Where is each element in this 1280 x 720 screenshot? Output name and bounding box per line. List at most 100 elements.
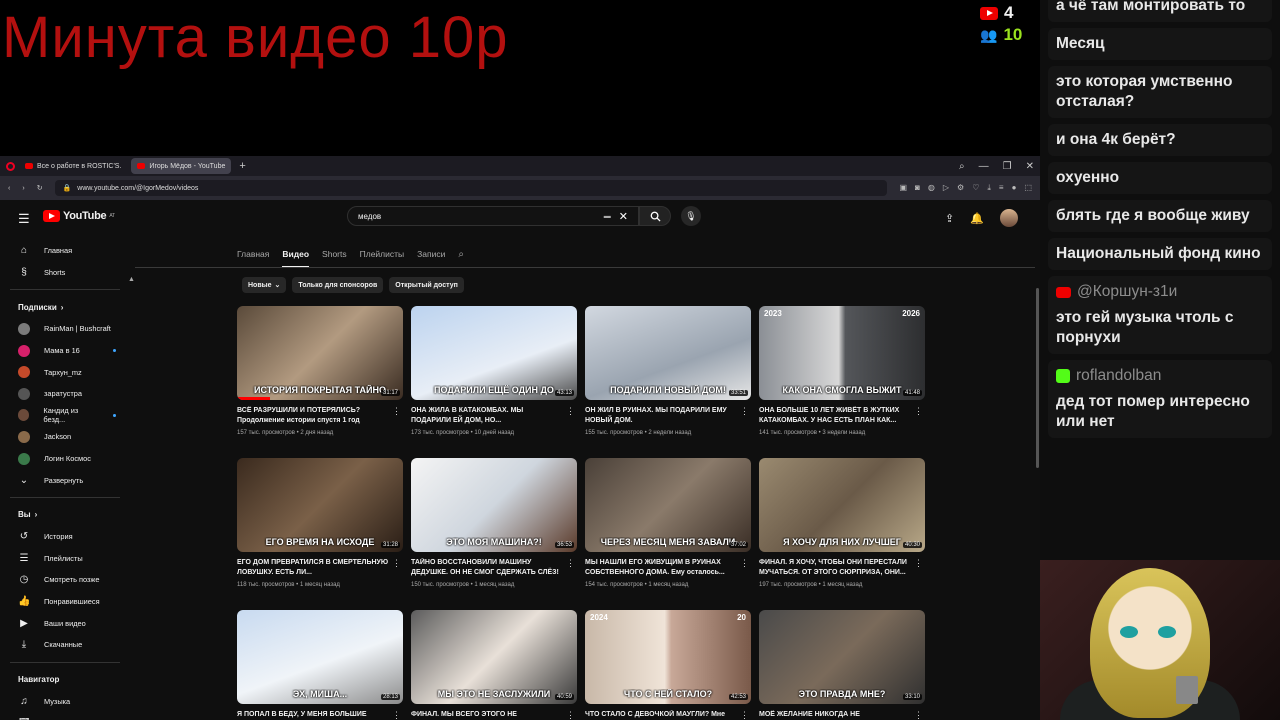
page-scrollbar[interactable] xyxy=(1036,288,1039,468)
video-thumbnail[interactable]: МЫ ЭТО НЕ ЗАСЛУЖИЛИ 40:59 xyxy=(411,610,577,704)
sidebar-item[interactable]: RainMan | Bushcraft xyxy=(0,318,130,340)
sidebar-item[interactable]: ⌂ Главная xyxy=(0,240,130,262)
video-thumbnail[interactable]: ЭТО ПРАВДА МНЕ? 33:10 xyxy=(759,610,925,704)
video-card[interactable]: МЫ ЭТО НЕ ЗАСЛУЖИЛИ 40:59 ФИНАЛ. МЫ ВСЕГО … xyxy=(411,610,577,720)
sidebar-item[interactable]: Jackson xyxy=(0,426,130,448)
more-options-icon[interactable]: ⋮ xyxy=(914,710,923,720)
video-card[interactable]: ЭТО МОЯ МАШИНА?! 36:53 ТАЙНО ВОССТАНОВИЛИ … xyxy=(411,458,577,602)
video-title[interactable]: ТАЙНО ВОССТАНОВИЛИ МАШИНУ ДЕДУШКЕ. ОН НЕ… xyxy=(411,558,563,578)
sidebar-item[interactable]: Логин Космос xyxy=(0,448,130,470)
video-thumbnail[interactable]: ИСТОРИЯ ПОКРЫТАЯ ТАЙНО 31:17 xyxy=(237,306,403,400)
more-options-icon[interactable]: ⋮ xyxy=(566,710,575,720)
reload-icon[interactable]: ↻ xyxy=(37,184,43,192)
address-bar[interactable]: 🔒 www.youtube.com/@IgorMedov/videos xyxy=(54,180,888,196)
sidebar-scroll-up-icon[interactable]: ▲ xyxy=(128,276,135,283)
close-window-button[interactable]: ✕ xyxy=(1026,161,1034,172)
tab-1[interactable]: Видео xyxy=(282,249,310,267)
tab-4[interactable]: Записи xyxy=(417,249,445,267)
video-card[interactable]: ЭТО ПРАВДА МНЕ? 33:10 МОЁ ЖЕЛАНИЕ НИКОГДА … xyxy=(759,610,925,720)
video-thumbnail[interactable]: 2023 2026 КАК ОНА СМОГЛА ВЫЖИТ 41:48 xyxy=(759,306,925,400)
video-card[interactable]: Я ХОЧУ ДЛЯ НИХ ЛУЧШЕГ 40:30 ФИНАЛ. Я ХОЧУ,… xyxy=(759,458,925,602)
more-options-icon[interactable]: ⋮ xyxy=(914,406,923,417)
more-options-icon[interactable]: ⋮ xyxy=(740,710,749,720)
menu-icon[interactable]: ≡ xyxy=(999,183,1004,193)
heart-icon[interactable]: ♡ xyxy=(972,183,979,193)
video-title[interactable]: Я ПОПАЛ В БЕДУ, У МЕНЯ БОЛЬШИЕ xyxy=(237,710,389,720)
sidebar-item[interactable]: ☰ Плейлисты xyxy=(0,548,130,570)
sidebar-item[interactable]: Тархун_mz xyxy=(0,361,130,383)
menu-hamburger-icon[interactable]: ☰ xyxy=(18,211,30,227)
video-title[interactable]: ФИНАЛ. Я ХОЧУ, ЧТОБЫ ОНИ ПЕРЕСТАЛИ МУЧАТ… xyxy=(759,558,911,578)
video-card[interactable]: 2023 2026 КАК ОНА СМОГЛА ВЫЖИТ 41:48 ОНА БОЛ… xyxy=(759,306,925,450)
sidebar-item[interactable]: Кандид из безд... xyxy=(0,405,130,427)
sidebar-item[interactable]: Мама в 16 xyxy=(0,340,130,362)
video-card[interactable]: ПОДАРИЛИ ЕЩЁ ОДИН ДО 43:13 ОНА ЖИЛА В КАТА… xyxy=(411,306,577,450)
subscriptions-header[interactable]: Подписки › xyxy=(0,296,130,318)
video-title[interactable]: ОНА ЖИЛА В КАТАКОМБАХ. МЫ ПОДАРИЛИ ЕЙ ДО… xyxy=(411,406,563,426)
video-thumbnail[interactable]: ЭХ, МИША... 28:13 xyxy=(237,610,403,704)
shield-icon[interactable]: ◍ xyxy=(928,183,935,193)
sidebar-expand[interactable]: ⌄ Развернуть xyxy=(0,469,130,491)
more-options-icon[interactable]: ⋮ xyxy=(914,558,923,569)
minimize-button[interactable]: — xyxy=(979,161,989,172)
filter-chip[interactable]: Открытый доступ xyxy=(389,277,464,293)
back-icon[interactable]: ‹ xyxy=(8,185,10,192)
video-card[interactable]: 2024 20 ЧТО С НЕЙ СТАЛО? 42:53 ЧТО СТАЛО С Д… xyxy=(585,610,751,720)
more-options-icon[interactable]: ⋮ xyxy=(740,406,749,417)
keyboard-icon[interactable]: ▬ xyxy=(604,213,611,220)
video-thumbnail[interactable]: ЕГО ВРЕМЯ НА ИСХОДЕ 31:28 xyxy=(237,458,403,552)
video-title[interactable]: ОНА БОЛЬШЕ 10 ЛЕТ ЖИВЁТ В ЖУТКИХ КАТАКОМ… xyxy=(759,406,911,426)
video-thumbnail[interactable]: ПОДАРИЛИ ЕЩЁ ОДИН ДО 43:13 xyxy=(411,306,577,400)
maximize-button[interactable]: ❐ xyxy=(1003,161,1012,172)
video-thumbnail[interactable]: 2024 20 ЧТО С НЕЙ СТАЛО? 42:53 xyxy=(585,610,751,704)
filter-chip[interactable]: Только для спонсоров xyxy=(292,277,384,293)
sidebar-item[interactable]: ◷ Смотреть позже xyxy=(0,569,130,591)
tab-2[interactable]: Shorts xyxy=(322,249,347,267)
sidebar-item[interactable]: ↺ История xyxy=(0,526,130,548)
more-options-icon[interactable]: ⋮ xyxy=(740,558,749,569)
search-input[interactable]: медов ▬ ✕ xyxy=(347,206,639,226)
video-card[interactable]: ИСТОРИЯ ПОКРЫТАЯ ТАЙНО 31:17 ВСЁ РАЗРУШИЛИ… xyxy=(237,306,403,450)
more-options-icon[interactable]: ⋮ xyxy=(566,558,575,569)
notifications-icon[interactable]: 🔔 xyxy=(970,212,984,225)
more-options-icon[interactable]: ⋮ xyxy=(392,558,401,569)
more-options-icon[interactable]: ⋮ xyxy=(392,406,401,417)
more-options-icon[interactable]: ⋮ xyxy=(392,710,401,720)
tab-youtube[interactable]: Игорь Мёдов - YouTube xyxy=(131,158,232,174)
tab-search-icon[interactable]: ⌕ xyxy=(959,161,965,172)
sidebar-item[interactable]: 👍 Понравившиеся xyxy=(0,591,130,613)
download-toolbar-icon[interactable]: ⤓ xyxy=(987,183,991,193)
tab-0[interactable]: Главная xyxy=(237,249,269,267)
video-thumbnail[interactable]: ПОДАРИЛИ НОВЫЙ ДОМ! 33:51 xyxy=(585,306,751,400)
avatar[interactable] xyxy=(999,209,1018,227)
sidebar-item[interactable]: ▶ Ваши видео xyxy=(0,612,130,634)
voice-search-button[interactable]: 🎙 xyxy=(681,206,701,226)
video-title[interactable]: ВСЁ РАЗРУШИЛИ И ПОТЕРЯЛИСЬ? Продолжение … xyxy=(237,406,389,426)
video-title[interactable]: ЕГО ДОМ ПРЕВРАТИЛСЯ В СМЕРТЕЛЬНУЮ ЛОВУШК… xyxy=(237,558,389,578)
sidebar-item[interactable]: ⤓ Скачанные xyxy=(0,634,130,656)
upload-icon[interactable]: ⇪ xyxy=(945,212,954,225)
search-button[interactable] xyxy=(639,206,671,226)
video-title[interactable]: МОЁ ЖЕЛАНИЕ НИКОГДА НЕ xyxy=(759,710,911,720)
clear-search-icon[interactable]: ✕ xyxy=(619,210,628,223)
forward-icon[interactable]: › xyxy=(22,185,24,192)
video-title[interactable]: ЧТО СТАЛО С ДЕВОЧКОЙ МАУГЛИ? Мне xyxy=(585,710,737,720)
profile-icon[interactable]: ● xyxy=(1012,183,1017,193)
play-extension-icon[interactable]: ▷ xyxy=(943,183,949,193)
sidebar-item[interactable]: заратустра xyxy=(0,383,130,405)
video-title[interactable]: МЫ НАШЛИ ЕГО ЖИВУЩИМ В РУИНАХ СОБСТВЕННО… xyxy=(585,558,737,578)
extensions-icon[interactable]: ⬚ xyxy=(1024,183,1032,193)
video-thumbnail[interactable]: ЧЕРЕЗ МЕСЯЦ МЕНЯ ЗАВАЛИ 37:02 xyxy=(585,458,751,552)
sidebar-item[interactable]: 🎞Фильмы xyxy=(0,712,130,720)
video-title[interactable]: ОН ЖИЛ В РУИНАХ. МЫ ПОДАРИЛИ ЕМУ НОВЫЙ Д… xyxy=(585,406,737,426)
sidebar-item[interactable]: § Shorts xyxy=(0,262,130,284)
settings-icon[interactable]: ⚙ xyxy=(957,183,964,193)
video-title[interactable]: ФИНАЛ. МЫ ВСЕГО ЭТОГО НЕ xyxy=(411,710,563,720)
new-tab-button[interactable]: + xyxy=(235,160,249,172)
more-options-icon[interactable]: ⋮ xyxy=(566,406,575,417)
video-card[interactable]: ЕГО ВРЕМЯ НА ИСХОДЕ 31:28 ЕГО ДОМ ПРЕВРАТИ… xyxy=(237,458,403,602)
tab-rostics[interactable]: Все о работе в ROSTIC'S. xyxy=(19,158,127,174)
screenshot-icon[interactable]: ▣ xyxy=(899,183,907,193)
tab-3[interactable]: Плейлисты xyxy=(360,249,405,267)
filter-chip[interactable]: Новые ⌄ xyxy=(242,277,287,293)
